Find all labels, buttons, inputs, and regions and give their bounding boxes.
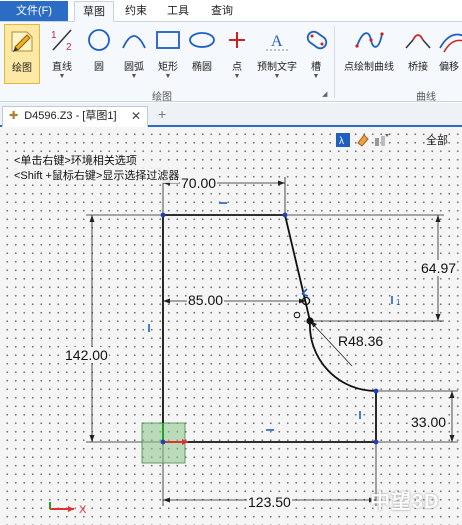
preset-text-dropdown-icon[interactable]: ▼	[254, 73, 300, 81]
dim-right-height[interactable]: 64.97	[420, 260, 458, 276]
draw-group-label: 绘图	[152, 92, 172, 103]
ellipse-label: 椭圆	[192, 62, 212, 73]
sketch-endpoints[interactable]	[160, 212, 379, 445]
slot-icon	[306, 30, 328, 50]
tab-sketch[interactable]: 草图	[74, 1, 114, 22]
ribbon-panel: 绘图 1 2 直线 ▼ 圆 圆弧 ▼ 矩形 ▼ 椭圆 点 ▼ A 预制文字 ▼ …	[0, 22, 462, 103]
arc-button[interactable]: 圆弧 ▼	[118, 24, 150, 84]
spline-label: 点绘制曲线	[344, 62, 394, 73]
circle-label: 圆	[94, 62, 104, 73]
tab-query[interactable]: 查询	[202, 1, 242, 22]
filter-all-label[interactable]: 全部	[426, 132, 448, 148]
rectangle-icon	[156, 31, 180, 49]
document-title: D4596.Z3 - [草图1]	[24, 110, 117, 122]
file-menu-button[interactable]: 文件(F)	[0, 1, 68, 21]
bridge-label: 桥接	[408, 62, 428, 73]
view-x-arrow	[68, 506, 74, 512]
group-launcher-icon[interactable]: ◢	[322, 90, 327, 98]
svg-text:2: 2	[66, 42, 72, 53]
offset-button[interactable]: 偏移	[436, 24, 462, 84]
slot-button[interactable]: 槽 ▼	[302, 24, 330, 84]
hint-shift-right-click: <Shift +鼠标右键>显示选择过滤器	[14, 167, 180, 183]
line-label: 直线	[52, 62, 72, 73]
line-dropdown-icon[interactable]: ▼	[44, 73, 80, 81]
rectangle-label: 矩形	[158, 62, 178, 73]
spline-by-points-button[interactable]: 点绘制曲线	[338, 24, 400, 84]
sketch-canvas[interactable]: 1 X <单击右键>环境相关选项 <Shift +鼠标右键>显示选择过滤器 λ …	[0, 127, 462, 525]
slot-label: 槽	[311, 62, 321, 73]
preset-text-label: 预制文字	[257, 62, 297, 73]
tangent-constraint-label: 1	[396, 298, 401, 307]
eraser-icon[interactable]	[356, 133, 370, 147]
ellipse-icon	[189, 32, 215, 48]
text-icon: A	[266, 33, 288, 51]
dim-left-height[interactable]: 142.00	[64, 347, 109, 363]
arc-dropdown-icon[interactable]: ▼	[118, 73, 150, 81]
circle-icon	[88, 29, 110, 51]
sketch-profile[interactable]	[162, 214, 377, 443]
offset-label: 偏移	[439, 62, 459, 73]
spline-icon	[355, 32, 384, 48]
line-icon: 1 2	[51, 29, 72, 53]
sketch-pencil-icon	[11, 31, 33, 52]
svg-text:1: 1	[51, 30, 57, 41]
group-separator	[334, 26, 335, 98]
sketch-mode-icon[interactable]: λ	[336, 133, 350, 147]
hint-right-click: <单击右键>环境相关选项	[14, 152, 137, 168]
line-button[interactable]: 1 2 直线 ▼	[44, 24, 80, 84]
coincident-marker	[293, 311, 301, 319]
tab-constraint[interactable]: 约束	[116, 1, 156, 22]
dim-mid-width[interactable]: 85.00	[187, 292, 225, 308]
bridge-button[interactable]: 桥接	[402, 24, 434, 84]
curve-group-label: 曲线	[416, 92, 436, 103]
point-label: 点	[232, 62, 242, 73]
filter-icon[interactable]	[374, 133, 390, 147]
dim-top-width[interactable]: 70.00	[180, 175, 218, 191]
slot-dropdown-icon[interactable]: ▼	[302, 73, 330, 81]
arc-label: 圆弧	[124, 62, 144, 73]
offset-icon	[439, 33, 462, 53]
tangent-point[interactable]	[306, 317, 314, 325]
pin-icon[interactable]: ✚	[9, 110, 18, 122]
close-icon[interactable]: ✕	[131, 107, 141, 126]
preset-text-button[interactable]: A 预制文字 ▼	[254, 24, 300, 84]
ribbon-tab-bar: 文件(F) 草图 约束 工具 查询	[0, 0, 462, 22]
tab-tools[interactable]: 工具	[158, 1, 198, 22]
point-dropdown-icon[interactable]: ▼	[222, 73, 252, 81]
ellipse-button[interactable]: 椭圆	[186, 24, 218, 84]
sketch-draw-button[interactable]: 绘图	[4, 24, 40, 84]
selection-filter-bar: λ 全部	[334, 131, 462, 151]
rectangle-button[interactable]: 矩形 ▼	[152, 24, 184, 84]
view-x-axis-label: X	[79, 504, 87, 516]
sketch-drawing[interactable]: 1 X	[0, 127, 462, 525]
svg-text:λ: λ	[339, 136, 344, 147]
svg-text:A: A	[271, 33, 283, 50]
constraint-markers[interactable]	[148, 202, 393, 431]
new-tab-button[interactable]: +	[158, 106, 166, 122]
document-tab[interactable]: ✚ D4596.Z3 - [草图1] ✕	[2, 106, 148, 127]
bridge-icon	[405, 34, 431, 49]
dim-step-height[interactable]: 33.00	[410, 414, 448, 430]
rectangle-dropdown-icon[interactable]: ▼	[152, 73, 184, 81]
arc-icon	[122, 35, 146, 49]
dim-radius[interactable]: R48.36	[337, 333, 385, 349]
sketch-draw-label: 绘图	[12, 63, 32, 74]
dim-bottom-width[interactable]: 123.50	[247, 494, 292, 510]
circle-button[interactable]: 圆	[84, 24, 114, 84]
point-icon	[229, 32, 245, 48]
brand-watermark: 中望3D	[370, 491, 440, 513]
document-tab-bar: ✚ D4596.Z3 - [草图1] ✕ +	[0, 103, 462, 127]
point-button[interactable]: 点 ▼	[222, 24, 252, 84]
